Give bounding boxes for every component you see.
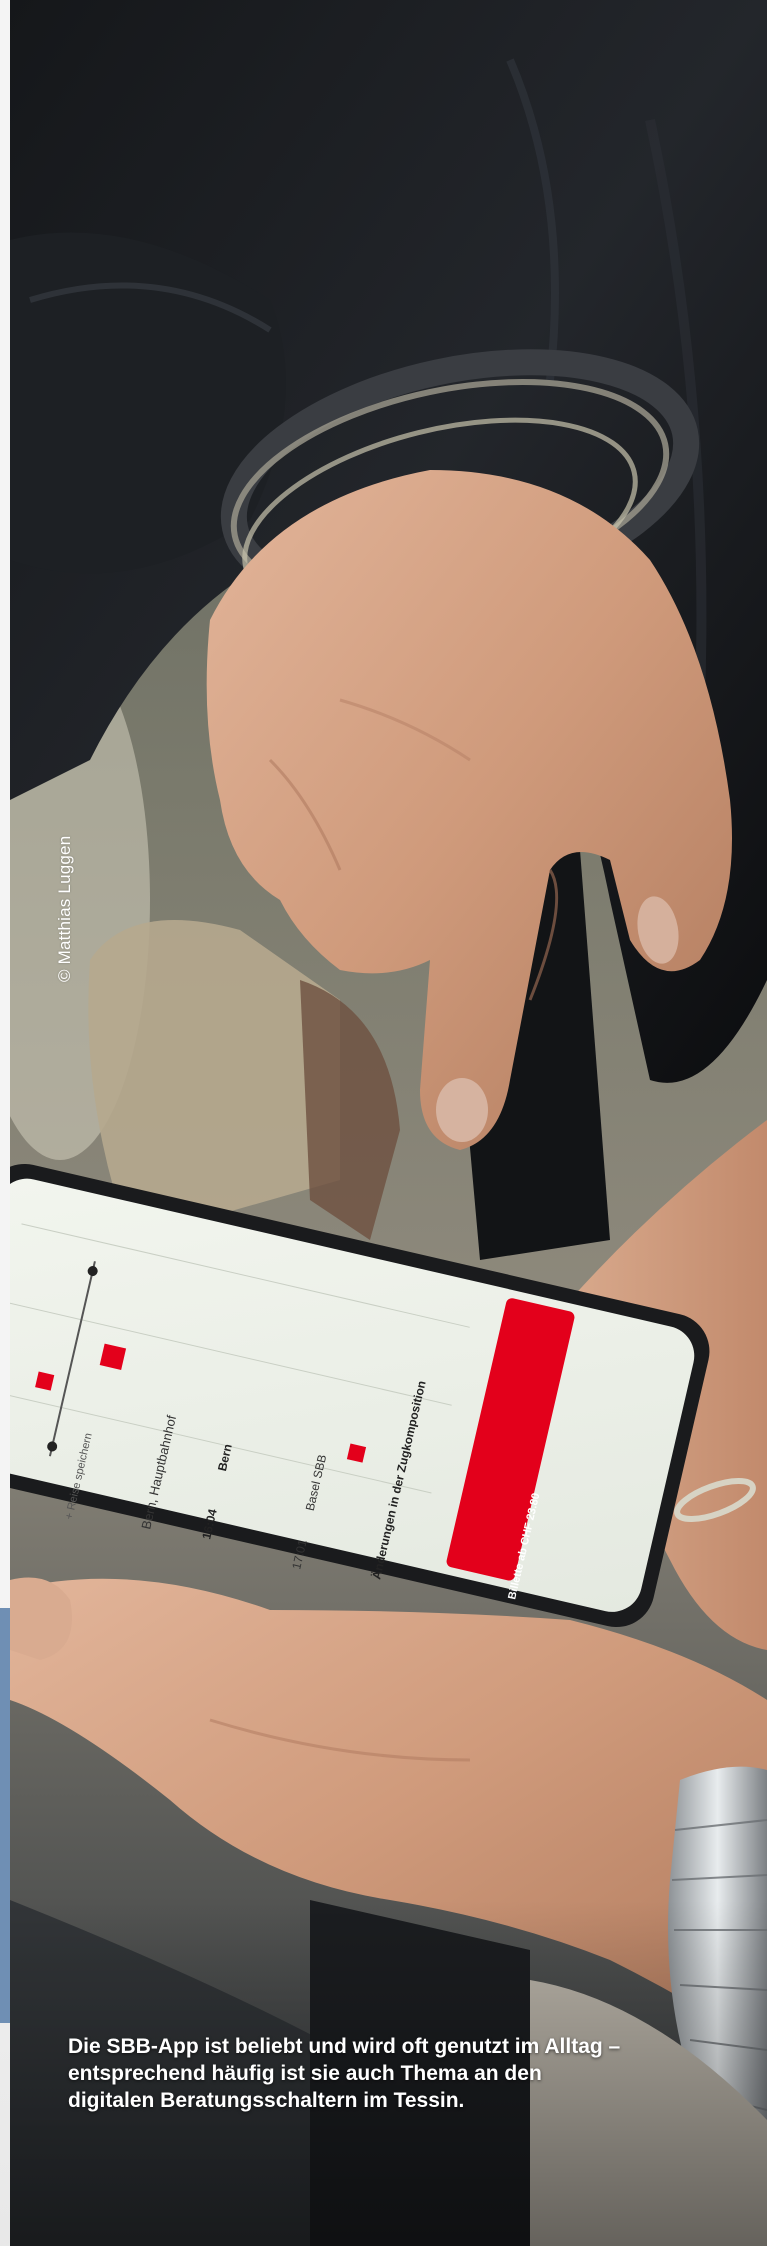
photo-credit: © Matthias Luggen <box>55 835 74 982</box>
left-accent-band <box>0 1608 10 2023</box>
photo: Bern, Hauptbahnhof 16:04 Bern 17:01 Base… <box>10 0 767 2246</box>
photo-caption: Die SBB-App ist beliebt und wird oft gen… <box>68 2035 621 2112</box>
